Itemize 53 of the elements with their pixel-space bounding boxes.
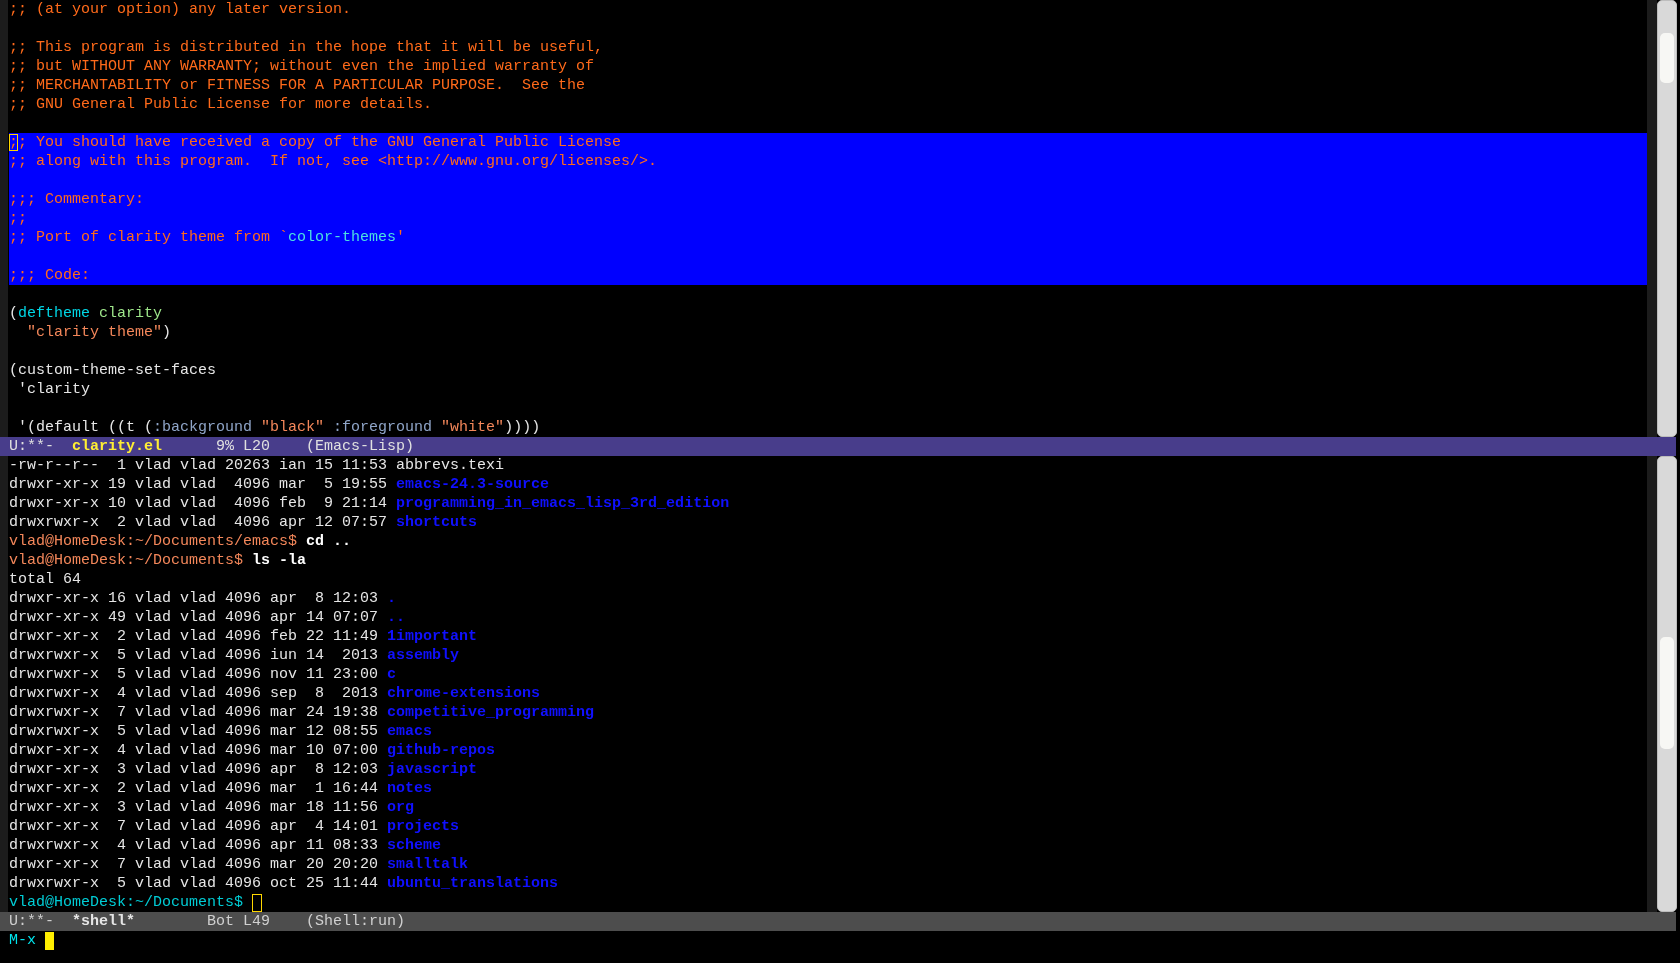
code-line: 'clarity — [17, 380, 90, 399]
terminal-line: -rw-r--r-- 1 vlad vlad 20263 ian 15 11:53 abbrevs.texi — [9, 456, 505, 475]
terminal-line: drwxrwxr-x 4 vlad vlad 4096 apr 11 08:33 scheme — [9, 836, 442, 855]
code-line: (deftheme clarity — [9, 304, 163, 323]
scrollbar[interactable] — [1657, 0, 1677, 437]
terminal-line: drwxr-xr-x 19 vlad vlad 4096 mar 5 19:55 emacs-24.3-source — [9, 475, 550, 494]
code-line: ;; — [9, 209, 27, 228]
code-line: ;; GNU General Public License for more details. — [9, 95, 433, 114]
terminal-line: drwxrwxr-x 2 vlad vlad 4096 apr 12 07:57 shortcuts — [9, 513, 478, 532]
terminal-line: drwxr-xr-x 10 vlad vlad 4096 feb 9 21:14 programming_in_emacs_lisp_3rd_edition — [9, 494, 730, 513]
minibuffer-prompt: M-x — [9, 931, 36, 950]
scrollbar-thumb[interactable] — [1660, 637, 1674, 749]
terminal-line: drwxr-xr-x 7 vlad vlad 4096 apr 4 14:01 projects — [9, 817, 460, 836]
code-line: ;; This program is distributed in the hope that it will be useful, — [9, 38, 604, 57]
code-line: ;; You should have received a copy of the GNU General Public License — [9, 133, 622, 152]
code-line: ;; Port of clarity theme from `color-themes' — [9, 228, 406, 247]
buffer-name: *shell* — [72, 912, 136, 931]
code-line: '(default ((t (:background "black" :foreground "white")))) — [17, 418, 541, 437]
code-line: ;; (at your option) any later version. — [9, 0, 352, 19]
buffer-status: U:**- — [9, 437, 55, 456]
terminal-line: total 64 — [9, 570, 81, 589]
scrollbar-thumb[interactable] — [1660, 33, 1674, 83]
code-line: ;; but WITHOUT ANY WARRANTY; without even the implied warranty of — [9, 57, 595, 76]
terminal-line: drwxr-xr-x 2 vlad vlad 4096 mar 1 16:44 notes — [9, 779, 433, 798]
buffer-status: U:**- — [9, 912, 55, 931]
terminal-line: drwxr-xr-x 2 vlad vlad 4096 feb 22 11:49 1important — [9, 627, 478, 646]
terminal-line: drwxrwxr-x 5 vlad vlad 4096 iun 14 2013 assembly — [9, 646, 460, 665]
code-line: (custom-theme-set-faces — [9, 361, 217, 380]
terminal-line: drwxrwxr-x 5 vlad vlad 4096 oct 25 11:44 ubuntu_translations — [9, 874, 559, 893]
code-line: ;;; Code: — [9, 266, 90, 285]
terminal-line: vlad@HomeDesk:~/Documents/emacs$ cd .. — [9, 532, 352, 551]
terminal-line: drwxr-xr-x 49 vlad vlad 4096 apr 14 07:07 .. — [9, 608, 406, 627]
buffer-position: 9% L20 — [215, 437, 270, 456]
terminal-line: vlad@HomeDesk:~/Documents$ — [9, 893, 244, 912]
scrollbar[interactable] — [1657, 456, 1677, 912]
code-line: ;;; Commentary: — [9, 190, 145, 209]
major-mode: (Shell:run) — [306, 912, 406, 931]
code-line: ;; along with this program. If not, see <http://www.gnu.org/licenses/>. — [9, 152, 658, 171]
terminal-line: drwxr-xr-x 16 vlad vlad 4096 apr 8 12:03 . — [9, 589, 397, 608]
buffer-position: Bot L49 — [207, 912, 270, 931]
buffer-name: clarity.el — [72, 437, 163, 456]
terminal-line: drwxrwxr-x 5 vlad vlad 4096 nov 11 23:00 c — [9, 665, 397, 684]
terminal-line: drwxrwxr-x 5 vlad vlad 4096 mar 12 08:55 emacs — [9, 722, 433, 741]
terminal-line: vlad@HomeDesk:~/Documents$ ls -la — [9, 551, 307, 570]
terminal-line: drwxr-xr-x 4 vlad vlad 4096 mar 10 07:00 github-repos — [9, 741, 496, 760]
terminal-line: drwxrwxr-x 7 vlad vlad 4096 mar 24 19:38 competitive_programming — [9, 703, 595, 722]
major-mode: (Emacs-Lisp) — [306, 437, 415, 456]
terminal-line: drwxr-xr-x 3 vlad vlad 4096 mar 18 11:56 org — [9, 798, 415, 817]
code-line: ;; MERCHANTABILITY or FITNESS FOR A PARTICULAR PURPOSE. See the — [9, 76, 586, 95]
terminal-line: drwxrwxr-x 4 vlad vlad 4096 sep 8 2013 chrome-extensions — [9, 684, 541, 703]
terminal-line: drwxr-xr-x 7 vlad vlad 4096 mar 20 20:20 smalltalk — [9, 855, 469, 874]
terminal-line: drwxr-xr-x 3 vlad vlad 4096 apr 8 12:03 javascript — [9, 760, 478, 779]
code-line: "clarity theme") — [26, 323, 172, 342]
